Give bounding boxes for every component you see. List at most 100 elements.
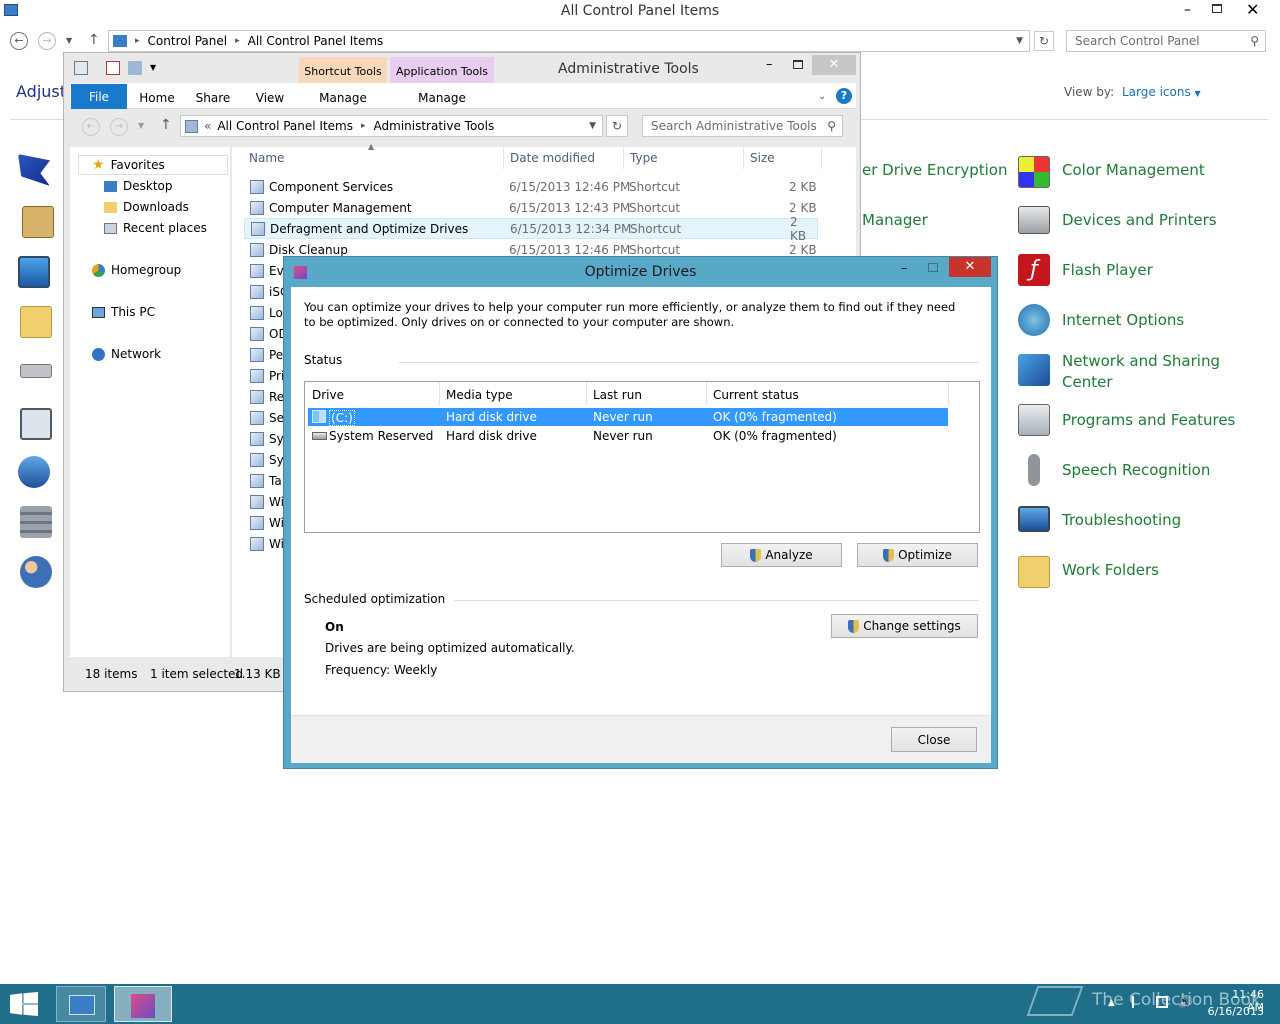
remote-app-icon[interactable]: [18, 456, 50, 488]
file-row[interactable]: Computer Management 6/15/2013 12:43 PM S…: [244, 197, 818, 218]
taskbar-control-panel-button[interactable]: [56, 986, 106, 1022]
nav-this-pc[interactable]: This PC: [92, 305, 155, 319]
breadcrumb-all-items[interactable]: All Control Panel Items: [248, 34, 384, 48]
explorer-refresh-icon[interactable]: ↻: [606, 115, 628, 137]
file-row[interactable]: Pe: [244, 344, 284, 365]
flash-player-icon[interactable]: ƒ: [1018, 254, 1050, 286]
application-tools-tab[interactable]: Application Tools: [390, 57, 494, 85]
back-button[interactable]: ←: [10, 32, 28, 50]
tab-file[interactable]: File: [71, 84, 127, 109]
network-sharing-icon[interactable]: [1018, 354, 1050, 386]
drive-row-selected[interactable]: (C:) Hard disk drive Never run OK (0% fr…: [308, 408, 948, 426]
color-management-link[interactable]: Color Management: [1062, 161, 1205, 179]
speech-recognition-link[interactable]: Speech Recognition: [1062, 461, 1210, 479]
up-button[interactable]: ↑: [88, 32, 100, 48]
storage-spaces-icon[interactable]: [20, 506, 52, 538]
file-row[interactable]: Pri: [244, 365, 284, 386]
qat-newfolder-icon[interactable]: [106, 61, 120, 75]
network-sharing-link[interactable]: Network and Sharing Center: [1062, 351, 1220, 393]
work-folders-icon[interactable]: [1018, 556, 1050, 588]
troubleshooting-icon[interactable]: [1018, 506, 1050, 532]
dialog-close-button[interactable]: ✕: [949, 257, 991, 277]
media-column-header[interactable]: Media type: [446, 388, 513, 402]
breadcrumb-all-control-panel[interactable]: All Control Panel Items: [217, 119, 353, 133]
column-size-header[interactable]: Size: [750, 151, 775, 165]
file-row[interactable]: Lo: [244, 302, 284, 323]
nav-recent-places[interactable]: Recent places: [104, 221, 207, 235]
folder-options-icon[interactable]: [20, 306, 52, 338]
explorer-up-button[interactable]: ↑: [160, 117, 172, 133]
file-row[interactable]: Eve: [244, 260, 291, 281]
shortcut-tools-tab[interactable]: Shortcut Tools: [299, 57, 387, 85]
nav-network[interactable]: Network: [92, 347, 161, 361]
column-type-header[interactable]: Type: [630, 151, 658, 165]
file-row[interactable]: iSC: [244, 281, 288, 302]
column-name-header[interactable]: Name: [249, 151, 284, 165]
network-tray-icon[interactable]: [1156, 996, 1168, 1008]
tab-view[interactable]: View: [244, 86, 296, 110]
column-date-header[interactable]: Date modified: [510, 151, 595, 165]
file-row[interactable]: Sys: [244, 449, 290, 470]
change-settings-button[interactable]: Change settings: [831, 614, 978, 638]
close-dialog-button[interactable]: Close: [891, 727, 977, 752]
programs-features-link[interactable]: Programs and Features: [1062, 411, 1235, 429]
action-center-flag-icon[interactable]: [1132, 996, 1144, 1008]
microphone-icon[interactable]: [1028, 454, 1040, 486]
file-row[interactable]: Wi: [244, 512, 284, 533]
nav-homegroup[interactable]: Homegroup: [92, 263, 181, 277]
qat-dropdown-icon[interactable]: ▼: [150, 63, 156, 72]
devices-printers-link[interactable]: Devices and Printers: [1062, 211, 1217, 229]
close-button[interactable]: ✕: [1246, 0, 1259, 19]
tab-manage-shortcut[interactable]: Manage: [299, 86, 387, 110]
recent-pages-icon[interactable]: ▼: [66, 36, 72, 45]
search-control-panel-input[interactable]: Search Control Panel ⚲: [1066, 30, 1266, 52]
taskbar-optimize-drives-button[interactable]: [114, 986, 172, 1022]
file-row[interactable]: Wi: [244, 533, 284, 554]
explorer-address-dropdown-icon[interactable]: ▼: [589, 121, 596, 131]
phone-modem-icon[interactable]: [20, 408, 52, 440]
minimize-button[interactable]: –: [1184, 2, 1191, 18]
troubleshooting-link[interactable]: Troubleshooting: [1062, 511, 1181, 529]
breadcrumb-admin-tools[interactable]: Administrative Tools: [374, 119, 495, 133]
breadcrumb-control-panel[interactable]: Control Panel: [148, 34, 228, 48]
clock-date[interactable]: 6/16/2013: [1200, 1005, 1264, 1018]
view-by-dropdown[interactable]: Large icons ▼: [1122, 85, 1201, 99]
internet-options-icon[interactable]: [1018, 304, 1050, 336]
search-admin-tools-input[interactable]: Search Administrative Tools ⚲: [642, 115, 843, 137]
color-management-icon[interactable]: [1018, 156, 1050, 188]
show-hidden-icons-icon[interactable]: ▲: [1108, 998, 1115, 1008]
file-row-selected[interactable]: Defragment and Optimize Drives 6/15/2013…: [244, 215, 818, 243]
display-icon[interactable]: [18, 256, 50, 288]
analyze-button[interactable]: Analyze: [721, 543, 842, 567]
tab-share[interactable]: Share: [190, 86, 236, 110]
work-folders-link[interactable]: Work Folders: [1062, 561, 1159, 579]
action-center-icon[interactable]: [18, 154, 50, 186]
nav-desktop[interactable]: Desktop: [104, 179, 173, 193]
dialog-maximize-button[interactable]: [928, 263, 938, 272]
tab-manage-application[interactable]: Manage: [390, 86, 494, 110]
explorer-back-button[interactable]: ←: [82, 118, 100, 136]
admin-tools-icon[interactable]: [22, 206, 54, 238]
start-button[interactable]: [10, 992, 38, 1016]
user-accounts-icon[interactable]: [20, 556, 52, 588]
nav-favorites[interactable]: ★ Favorites: [92, 157, 165, 173]
tab-home[interactable]: Home: [132, 86, 182, 110]
breadcrumb-overflow-icon[interactable]: «: [204, 119, 211, 133]
status-column-header[interactable]: Current status: [713, 388, 799, 402]
forward-button[interactable]: →: [38, 32, 56, 50]
flash-player-link[interactable]: Flash Player: [1062, 261, 1153, 279]
address-bar[interactable]: ▸ Control Panel ▸ All Control Panel Item…: [108, 30, 1030, 52]
volume-icon[interactable]: 🔊: [1178, 995, 1193, 1009]
refresh-icon[interactable]: ↻: [1034, 31, 1054, 51]
explorer-close-button[interactable]: ✕: [812, 55, 856, 75]
explorer-minimize-button[interactable]: –: [766, 57, 773, 72]
file-row[interactable]: Ser: [244, 407, 289, 428]
devices-printers-icon[interactable]: [1018, 206, 1050, 234]
nav-downloads[interactable]: Downloads: [104, 200, 189, 214]
drive-row[interactable]: System Reserved Hard disk drive Never ru…: [308, 427, 948, 445]
explorer-recent-icon[interactable]: ▼: [138, 121, 144, 130]
drive-column-header[interactable]: Drive: [312, 388, 344, 402]
file-row[interactable]: Re: [244, 386, 284, 407]
file-row[interactable]: OD: [244, 323, 288, 344]
ribbon-expand-icon[interactable]: ⌄: [818, 91, 826, 102]
